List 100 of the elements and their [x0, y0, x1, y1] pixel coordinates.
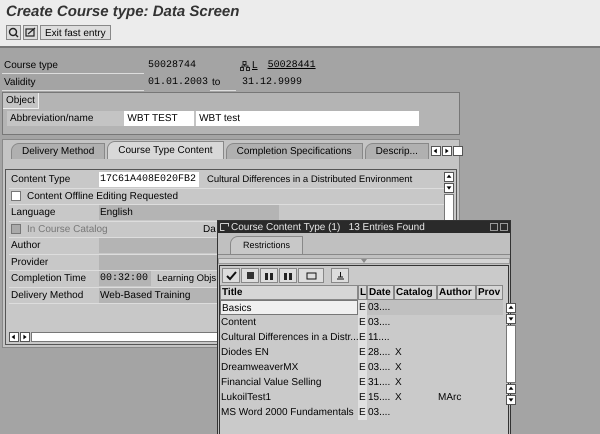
tab[interactable]: Delivery Method: [11, 143, 106, 159]
exit-fast-entry-button[interactable]: Exit fast entry: [40, 25, 111, 40]
side-text: Learning Objs: [157, 272, 216, 286]
column-header[interactable]: L: [358, 285, 367, 300]
table-cell-text: Cultural Differences in a Distr...: [220, 331, 358, 345]
checkbox[interactable]: [11, 191, 21, 202]
table-cell-text: X: [394, 391, 403, 405]
input-field[interactable]: English: [99, 205, 279, 220]
tab-list-button[interactable]: [452, 146, 463, 156]
validity-from: 01.01.2003: [148, 76, 210, 90]
magnifier-icon: [8, 27, 19, 38]
table-cell-text: MArc: [437, 391, 462, 405]
column-header[interactable]: Prov: [476, 285, 503, 300]
side-text: Cultural Differences in a Distributed Environment: [207, 172, 412, 187]
group-title: Object: [3, 93, 39, 109]
result-row[interactable]: Diodes EN E 28.... X: [220, 345, 503, 360]
name-field[interactable]: WBT test: [196, 111, 419, 126]
table-cell-text: X: [394, 376, 403, 390]
screen-title: Create Course type: Data Screen: [6, 2, 240, 21]
down-arrow-icon: [507, 396, 515, 404]
up-arrow-icon: [445, 173, 453, 181]
scroll-up-button[interactable]: [506, 303, 516, 313]
check-icon-button[interactable]: [222, 268, 240, 283]
input-field[interactable]: 00:32:00: [99, 271, 151, 286]
field-label: Abbreviation/name: [9, 112, 94, 126]
column-header[interactable]: Title: [220, 285, 358, 300]
validity-to: 31.12.9999: [242, 76, 302, 90]
table-cell-text: Diodes EN: [220, 346, 270, 360]
table-cell-text: 15....: [367, 391, 392, 405]
course-type-value: 50028744: [148, 59, 198, 73]
minimize-button[interactable]: [490, 223, 498, 231]
field-label: Provider: [10, 256, 50, 270]
result-row[interactable]: Financial Value Selling E 31.... X: [220, 375, 503, 390]
result-row[interactable]: MS Word 2000 Fundamentals E 03....: [220, 405, 503, 420]
left-arrow-icon: [432, 147, 440, 155]
field-label: Course type: [2, 58, 144, 74]
table-cell: E: [358, 345, 367, 360]
table-cell-text: X: [394, 346, 403, 360]
zoom-icon-button[interactable]: [6, 25, 21, 40]
table-cell-text: LukoilTest1: [220, 391, 272, 405]
column-header[interactable]: Author: [437, 285, 476, 300]
up-arrow-icon: [507, 304, 515, 312]
checkbox-label: Content Offline Editing Requested: [27, 190, 177, 204]
tab[interactable]: Completion Specifications: [226, 143, 363, 159]
scroll-right-button[interactable]: [20, 332, 30, 342]
input-field[interactable]: 17C61A408E020FB2: [99, 172, 199, 188]
vertical-scrollbar[interactable]: [506, 325, 516, 383]
table-cell: E: [358, 405, 367, 420]
scroll-down-button[interactable]: [444, 183, 454, 193]
column-header[interactable]: Date: [367, 285, 394, 300]
cancel-icon: [244, 270, 256, 280]
table-cell: E: [358, 315, 367, 330]
field-label: Delivery Method: [10, 288, 84, 303]
up-arrow-icon: [507, 385, 515, 393]
tab[interactable]: Course Type Content: [107, 141, 224, 159]
window-icon: [220, 223, 229, 231]
table-cell: E: [358, 360, 367, 375]
scroll-up-button[interactable]: [506, 384, 516, 394]
right-arrow-icon: [21, 333, 29, 341]
scroll-up-button[interactable]: [444, 172, 454, 182]
scroll-left-button[interactable]: [430, 146, 441, 156]
table-cell: E: [358, 390, 367, 405]
result-row[interactable]: LukoilTest1 E 15.... X MArc: [220, 390, 503, 405]
table-cell: Basics: [220, 300, 358, 315]
tab[interactable]: Descrip...: [364, 143, 429, 159]
table-cell-text: 03....: [367, 361, 392, 375]
restrictions-tab[interactable]: Restrictions: [230, 236, 304, 254]
hierarchy-icon: [240, 60, 250, 70]
triangle-icon: [361, 259, 367, 263]
field-label: Author: [10, 239, 42, 254]
field-label: Language: [10, 206, 56, 220]
course-link[interactable]: 50028441: [268, 58, 316, 73]
column-header[interactable]: Catalog: [394, 285, 437, 300]
table-cell: E: [358, 300, 367, 315]
link-prefix: L: [252, 59, 258, 73]
left-arrow-icon: [10, 333, 18, 341]
table-cell-text: 03....: [367, 316, 392, 330]
table-cell-text: 03....: [367, 301, 392, 315]
cancel-icon-button[interactable]: [241, 268, 259, 283]
result-row[interactable]: DreamweaverMX E 03.... X: [220, 360, 503, 375]
table-cell-text: 28....: [367, 346, 392, 360]
table-cell: E: [358, 330, 367, 345]
close-button[interactable]: [500, 223, 508, 231]
result-row[interactable]: Cultural Differences in a Distr...E 11....: [220, 330, 503, 345]
scroll-left-button[interactable]: [9, 332, 19, 342]
to-label: to: [210, 74, 236, 90]
table-cell-text: MS Word 2000 Fundamentals: [220, 406, 355, 420]
scroll-right-button[interactable]: [442, 146, 452, 156]
result-row[interactable]: Content E 03....: [220, 315, 503, 330]
result-row[interactable]: Basics E 03....: [220, 300, 503, 315]
scroll-down-button[interactable]: [506, 314, 516, 324]
edit-icon-button[interactable]: [23, 25, 38, 40]
scroll-down-button[interactable]: [506, 395, 516, 405]
down-arrow-icon: [507, 315, 515, 323]
abbreviation-field[interactable]: WBT TEST: [124, 111, 194, 126]
pencil-icon: [25, 27, 36, 38]
table-cell-text: X: [394, 361, 403, 375]
table-cell-text: Content: [220, 316, 258, 330]
check-icon: [226, 270, 236, 280]
right-arrow-icon: [442, 147, 451, 155]
